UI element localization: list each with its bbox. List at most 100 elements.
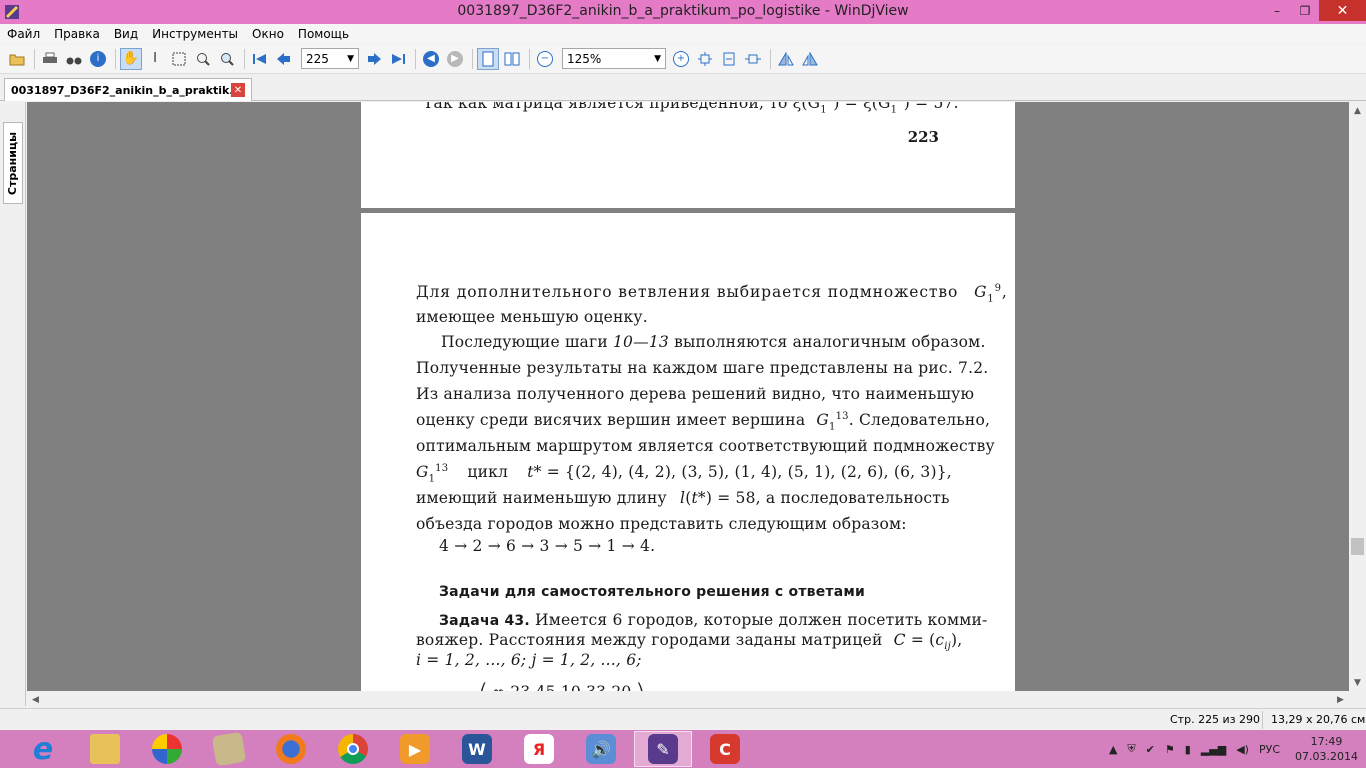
menu-file[interactable]: Файл xyxy=(0,27,47,41)
taskbar-chrome[interactable] xyxy=(324,731,382,767)
text-line-7: оптимальным маршрутом является соответст… xyxy=(416,437,995,455)
page-223: Так как матрица является приведенной, то… xyxy=(361,102,1015,208)
horizontal-scrollbar[interactable]: ◀ ▶ xyxy=(27,691,1349,708)
vertical-scrollbar[interactable]: ▲ ▼ xyxy=(1349,102,1366,691)
text-line-5: Из анализа полученного дерева решений ви… xyxy=(416,385,975,403)
tab-close-icon[interactable]: ✕ xyxy=(231,83,245,97)
security-check-icon[interactable]: ✔ xyxy=(1146,743,1155,756)
scroll-down-icon[interactable]: ▼ xyxy=(1349,674,1366,691)
menu-edit[interactable]: Правка xyxy=(47,27,107,41)
scroll-right-icon[interactable]: ▶ xyxy=(1332,695,1349,705)
menu-window[interactable]: Окно xyxy=(245,27,291,41)
taskbar-file-explorer[interactable] xyxy=(76,731,134,767)
taskbar-yandex[interactable]: Я xyxy=(510,731,568,767)
actual-size-icon[interactable] xyxy=(742,48,764,70)
document-viewer[interactable]: Так как матрица является приведенной, то… xyxy=(27,102,1349,691)
menu-view[interactable]: Вид xyxy=(107,27,145,41)
facing-pages-icon[interactable] xyxy=(501,48,523,70)
flag-icon[interactable]: ⚑ xyxy=(1165,743,1175,756)
vertical-scroll-thumb[interactable] xyxy=(1351,538,1364,555)
text-line-6-start: оценку среди висячих вершин имеет вершин… xyxy=(416,411,806,430)
window-title: 0031897_D36F2_anikin_b_a_praktikum_po_lo… xyxy=(457,3,909,19)
volume-icon[interactable]: ◀) xyxy=(1236,743,1249,756)
taskbar-word[interactable]: W xyxy=(448,731,506,767)
taskbar-windjview[interactable]: ✎ xyxy=(634,731,692,767)
fit-page-icon[interactable] xyxy=(694,48,716,70)
zoom-select[interactable]: 125% ▼ xyxy=(562,48,666,69)
close-button[interactable]: ✕ xyxy=(1319,0,1366,21)
zoom-rect-icon[interactable] xyxy=(192,48,214,70)
task-label: Задача 43. xyxy=(439,613,530,629)
forward-icon[interactable]: ▶ xyxy=(444,48,466,70)
toolbar-divider xyxy=(415,48,416,69)
first-page-icon[interactable] xyxy=(249,48,271,70)
pages-panel-label: Страницы xyxy=(6,131,20,195)
input-language[interactable]: РУС xyxy=(1259,743,1280,756)
text-line-8-set: = {(2, 4), (4, 2), (3, 5), (1, 4), (5, 1… xyxy=(546,463,952,482)
last-page-icon[interactable] xyxy=(387,48,409,70)
magnifier-icon[interactable] xyxy=(216,48,238,70)
windjview-app-icon[interactable] xyxy=(4,4,20,20)
steps-range: 10—13 xyxy=(613,333,669,351)
taskbar-notepad[interactable] xyxy=(200,731,258,767)
text-line-4: Полученные результаты на каждом шаге пре… xyxy=(416,359,989,377)
document-tab-strip: 0031897_D36F2_anikin_b_a_praktik... ✕ xyxy=(0,75,1366,101)
open-folder-icon[interactable] xyxy=(6,48,28,70)
page1-top-line-tail: ) = ξ(G xyxy=(833,102,891,113)
toolbar-divider xyxy=(472,48,473,69)
next-page-icon[interactable] xyxy=(363,48,385,70)
page1-top-line-end: ) = 57. xyxy=(903,102,959,113)
text-line-2: имеющее меньшую оценку. xyxy=(416,308,648,326)
taskbar-red-app[interactable]: C xyxy=(696,731,754,767)
toolbar-divider xyxy=(34,48,35,69)
pages-panel-tab[interactable]: Страницы xyxy=(3,122,23,204)
hand-tool-icon[interactable]: ✋ xyxy=(120,47,142,70)
taskbar-media-player[interactable]: ▶ xyxy=(386,731,444,767)
document-tab[interactable]: 0031897_D36F2_anikin_b_a_praktik... ✕ xyxy=(4,78,252,101)
section-heading: Задачи для самостоятельного решения с от… xyxy=(439,584,866,600)
network-signal-icon[interactable]: ▂▄▆ xyxy=(1201,743,1226,756)
show-hidden-icons[interactable]: ▲ xyxy=(1109,743,1117,756)
scroll-up-icon[interactable]: ▲ xyxy=(1349,102,1366,119)
page-number-select[interactable]: 225 ▼ xyxy=(301,48,359,69)
text-line-1-main: Для дополнительного ветвления выбирается… xyxy=(416,283,959,302)
page1-top-line-text: Так как матрица является приведенной, то… xyxy=(423,102,821,113)
rect-select-icon[interactable] xyxy=(168,48,190,70)
find-binoculars-icon[interactable] xyxy=(63,48,85,70)
zoom-out-icon[interactable]: − xyxy=(534,48,556,70)
text-select-icon[interactable]: Ⅰ xyxy=(144,48,166,70)
single-page-icon[interactable] xyxy=(477,47,499,70)
restore-button[interactable]: ❐ xyxy=(1291,0,1319,21)
taskbar-internet-explorer[interactable]: e xyxy=(14,731,72,767)
task-line-1-text: Имеется 6 городов, которые должен посети… xyxy=(535,611,988,629)
text-line-8-cycle: цикл xyxy=(467,463,509,482)
back-icon[interactable]: ◀ xyxy=(420,48,442,70)
text-line-1: Для дополнительного ветвления выбирается… xyxy=(416,283,1008,305)
fit-width-icon[interactable] xyxy=(718,48,740,70)
taskbar-picasa[interactable] xyxy=(138,731,196,767)
task-line-3: i = 1, 2, ..., 6; j = 1, 2, ..., 6; xyxy=(416,651,642,669)
yandex-icon: Я xyxy=(524,734,554,764)
scroll-left-icon[interactable]: ◀ xyxy=(27,695,44,705)
menu-tools[interactable]: Инструменты xyxy=(145,27,245,41)
rotate-left-icon[interactable] xyxy=(775,48,797,70)
zoom-in-icon[interactable]: + xyxy=(670,48,692,70)
minimize-button[interactable]: – xyxy=(1263,0,1291,21)
prev-page-icon[interactable] xyxy=(273,48,295,70)
matrix-cut-line: ⎛ ∞ 23 45 10 33 20 ⎞ xyxy=(479,683,645,691)
text-line-9: имеющий наименьшую длину l(t*) = 58, а п… xyxy=(416,489,950,507)
toolbar-divider xyxy=(529,48,530,69)
toolbar-divider xyxy=(770,48,771,69)
firefox-icon xyxy=(276,734,306,764)
menu-help[interactable]: Помощь xyxy=(291,27,356,41)
print-icon[interactable] xyxy=(39,48,61,70)
taskbar-firefox[interactable] xyxy=(262,731,320,767)
clock[interactable]: 17:49 07.03.2014 xyxy=(1295,734,1358,764)
shield-icon[interactable]: ⛨ xyxy=(1127,742,1135,756)
info-icon[interactable]: i xyxy=(87,48,109,70)
clock-time: 17:49 xyxy=(1310,735,1343,748)
rotate-right-icon[interactable] xyxy=(799,48,821,70)
battery-icon[interactable]: ▮ xyxy=(1185,743,1191,756)
taskbar-volume-app[interactable]: 🔊 xyxy=(572,731,630,767)
page-number-value: 225 xyxy=(306,51,329,66)
